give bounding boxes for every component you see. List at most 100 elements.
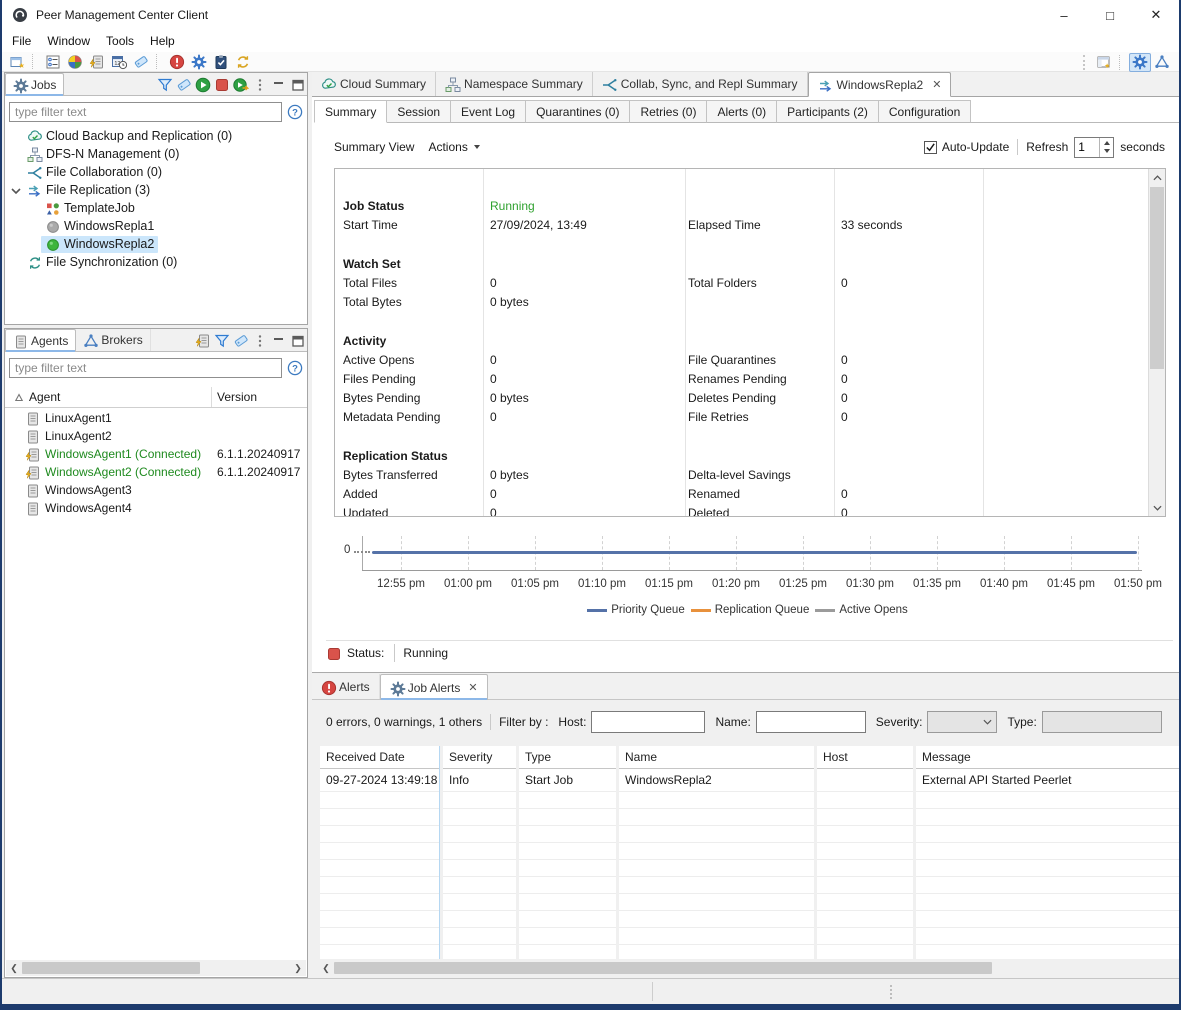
subtab-summary[interactable]: Summary: [314, 100, 387, 123]
refresh-agents-icon[interactable]: [232, 52, 254, 71]
menu-tools[interactable]: Tools: [98, 32, 142, 50]
alert-cell[interactable]: WindowsRepla2: [619, 769, 814, 792]
help-icon[interactable]: ?: [287, 104, 303, 120]
minimize-icon[interactable]: [271, 333, 285, 347]
close-tab-icon[interactable]: ✕: [468, 681, 477, 694]
column-header-version[interactable]: Version: [217, 390, 257, 404]
scrollbar-thumb[interactable]: [1150, 187, 1164, 369]
jobs-filter-input[interactable]: [9, 102, 282, 122]
filter-icon[interactable]: [157, 77, 171, 91]
refresh-interval-input[interactable]: [1075, 138, 1099, 157]
install-agent-icon[interactable]: [195, 333, 209, 347]
editor-tab-windowsrepla2[interactable]: WindowsRepla2✕: [808, 72, 952, 97]
minimize-icon[interactable]: [1137, 678, 1151, 692]
tab-brokers[interactable]: Brokers: [76, 329, 150, 351]
tag-icon[interactable]: [233, 333, 247, 347]
spinner-down-icon[interactable]: [1100, 147, 1113, 157]
menu-file[interactable]: File: [4, 32, 39, 50]
close-button[interactable]: ✕: [1133, 0, 1179, 30]
view-menu-icon[interactable]: [252, 77, 266, 91]
tasks-icon[interactable]: [210, 52, 232, 71]
tree-item-file-replication-3[interactable]: File Replication (3): [5, 181, 307, 199]
help-icon[interactable]: ?: [287, 360, 303, 376]
tree-item-windowsrepla2[interactable]: WindowsRepla2: [5, 235, 307, 253]
scroll-up-icon[interactable]: [1149, 169, 1165, 186]
agent-row[interactable]: WindowsAgent2 (Connected)6.1.1.20240917: [5, 463, 307, 481]
tree-item-file-collaboration-0[interactable]: File Collaboration (0): [5, 163, 307, 181]
editor-tab-namespace-summary[interactable]: Namespace Summary: [436, 72, 593, 96]
management-perspective-icon[interactable]: [1129, 53, 1151, 72]
column-header[interactable]: Name: [619, 746, 814, 769]
refresh-interval-spinner[interactable]: [1074, 137, 1114, 158]
tab-jobs[interactable]: Jobs: [5, 73, 64, 96]
actions-dropdown[interactable]: Actions: [428, 140, 479, 154]
column-header[interactable]: Message: [916, 746, 1179, 769]
tree-item-templatejob[interactable]: TemplateJob: [5, 199, 307, 217]
subtab-alerts-0[interactable]: Alerts (0): [707, 100, 777, 123]
type-filter-dropdown[interactable]: [1042, 711, 1162, 733]
new-job-icon[interactable]: [6, 52, 28, 71]
subtab-configuration[interactable]: Configuration: [879, 100, 971, 123]
filter-icon[interactable]: [214, 333, 228, 347]
start-job-icon[interactable]: [195, 77, 209, 91]
alert-cell[interactable]: 09-27-2024 13:49:18: [320, 769, 439, 792]
subtab-participants-2[interactable]: Participants (2): [777, 100, 879, 123]
subtab-session[interactable]: Session: [387, 100, 451, 123]
install-agent-icon[interactable]: [86, 52, 108, 71]
alerts-icon[interactable]: [166, 52, 188, 71]
tag-icon[interactable]: [176, 77, 190, 91]
host-filter-input[interactable]: [591, 711, 705, 733]
agents-filter-input[interactable]: [9, 358, 282, 378]
view-menu-icon[interactable]: [252, 333, 266, 347]
statusbar-grip[interactable]: [890, 985, 893, 999]
scroll-down-icon[interactable]: [1149, 499, 1165, 516]
open-perspective-icon[interactable]: [1093, 53, 1115, 72]
maximize-icon[interactable]: [290, 333, 304, 347]
agent-row[interactable]: WindowsAgent1 (Connected)6.1.1.20240917: [5, 445, 307, 463]
subtab-retries-0[interactable]: Retries (0): [630, 100, 707, 123]
column-header[interactable]: Received Date: [320, 746, 439, 769]
menu-window[interactable]: Window: [39, 32, 98, 50]
summary-vertical-scrollbar[interactable]: [1148, 169, 1165, 516]
alert-cell[interactable]: Info: [443, 769, 516, 792]
agent-row[interactable]: LinuxAgent2: [5, 427, 307, 445]
alert-cell[interactable]: [817, 769, 913, 792]
brokers-perspective-icon[interactable]: [1151, 53, 1173, 72]
peer-sphere-icon[interactable]: [64, 52, 86, 71]
stop-job-icon[interactable]: [214, 77, 228, 91]
auto-update-checkbox[interactable]: [924, 141, 937, 154]
agent-row[interactable]: WindowsAgent3: [5, 481, 307, 499]
editor-tab-collab-sync-and-repl-summary[interactable]: Collab, Sync, and Repl Summary: [593, 72, 808, 96]
minimize-icon[interactable]: [271, 77, 285, 91]
alerts-horizontal-scrollbar[interactable]: ❮: [318, 960, 1180, 976]
editor-tab-cloud-summary[interactable]: Cloud Summary: [312, 72, 436, 96]
expander-icon[interactable]: [8, 183, 22, 197]
schedule-icon[interactable]: 12: [108, 52, 130, 71]
severity-filter-dropdown[interactable]: [927, 711, 997, 733]
agent-row[interactable]: LinuxAgent1: [5, 409, 307, 427]
scroll-left-icon[interactable]: ❮: [318, 960, 334, 976]
subtab-event-log[interactable]: Event Log: [451, 100, 526, 123]
tags-icon[interactable]: [130, 52, 152, 71]
tree-item-cloud-backup-and-replication-0[interactable]: Cloud Backup and Replication (0): [5, 127, 307, 145]
scroll-left-icon[interactable]: ❮: [6, 960, 22, 976]
column-header[interactable]: Host: [817, 746, 913, 769]
agents-horizontal-scrollbar[interactable]: ❮ ❯: [6, 960, 306, 976]
tab-job-alerts[interactable]: Job Alerts✕: [380, 674, 488, 700]
scroll-right-icon[interactable]: ❯: [290, 960, 306, 976]
maximize-button[interactable]: □: [1087, 0, 1133, 30]
tree-item-windowsrepla1[interactable]: WindowsRepla1: [5, 217, 307, 235]
maximize-icon[interactable]: [1161, 678, 1175, 692]
settings-gear-icon[interactable]: [188, 52, 210, 71]
column-header-agent[interactable]: Agent: [29, 390, 60, 404]
alert-cell[interactable]: Start Job: [519, 769, 616, 792]
tab-agents[interactable]: Agents: [5, 329, 76, 352]
preferences-icon[interactable]: [42, 52, 64, 71]
tree-item-dfs-n-management-0[interactable]: DFS-N Management (0): [5, 145, 307, 163]
tab-alerts[interactable]: Alerts: [312, 674, 380, 699]
agent-row[interactable]: WindowsAgent4: [5, 499, 307, 517]
tree-item-file-synchronization-0[interactable]: File Synchronization (0): [5, 253, 307, 271]
column-header[interactable]: Type: [519, 746, 616, 769]
name-filter-input[interactable]: [756, 711, 866, 733]
scrollbar-thumb[interactable]: [22, 962, 200, 974]
